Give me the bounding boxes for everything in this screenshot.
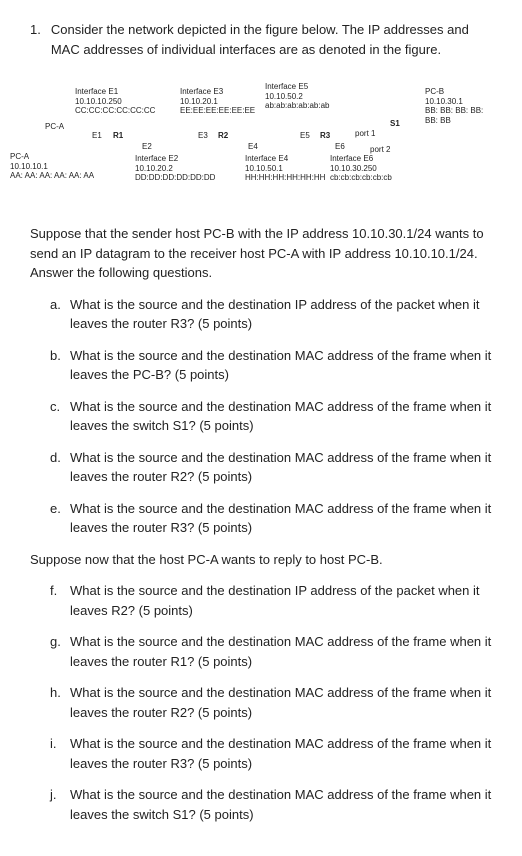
- if-e1-ip: 10.10.10.250: [75, 97, 155, 107]
- pca-left-block: PC-A 10.10.10.1 AA: AA: AA: AA: AA: AA: [10, 152, 94, 181]
- if-e5-mac: ab:ab:ab:ab:ab:ab: [265, 101, 330, 111]
- e5-label: E5: [300, 131, 310, 141]
- letter-b: b.: [50, 346, 70, 385]
- pca-ip: 10.10.10.1: [10, 162, 94, 172]
- port1-label: port 1: [355, 129, 375, 139]
- if-e3-mac: EE:EE:EE:EE:EE:EE: [180, 106, 255, 116]
- letter-a: a.: [50, 295, 70, 334]
- if-e1-title: Interface E1: [75, 87, 155, 97]
- text-d: What is the source and the destination M…: [70, 448, 492, 487]
- question-g: g.What is the source and the destination…: [50, 632, 492, 671]
- interface-e1-block: Interface E1 10.10.10.250 CC:CC:CC:CC:CC…: [75, 87, 155, 116]
- if-e2-ip: 10.10.20.2: [135, 164, 215, 174]
- text-g: What is the source and the destination M…: [70, 632, 492, 671]
- question-i: i.What is the source and the destination…: [50, 734, 492, 773]
- e2-label: E2: [142, 142, 152, 152]
- letter-d: d.: [50, 448, 70, 487]
- question-h: h.What is the source and the destination…: [50, 683, 492, 722]
- pcb-mac: BB: BB: BB: BB: BB: BB: [425, 106, 492, 125]
- letter-i: i.: [50, 734, 70, 773]
- if-e3-ip: 10.10.20.1: [180, 97, 255, 107]
- r1-label: R1: [113, 131, 123, 141]
- question-text: Consider the network depicted in the fig…: [51, 20, 492, 59]
- s1-label: S1: [390, 119, 400, 129]
- interface-e4-block: Interface E4 10.10.50.1 HH:HH:HH:HH:HH:H…: [245, 154, 325, 183]
- e3-label: E3: [198, 131, 208, 141]
- scenario2-text: Suppose now that the host PC-A wants to …: [30, 550, 492, 570]
- letter-j: j.: [50, 785, 70, 824]
- if-e4-mac: HH:HH:HH:HH:HH:HH: [245, 173, 325, 183]
- text-b: What is the source and the destination M…: [70, 346, 492, 385]
- text-i: What is the source and the destination M…: [70, 734, 492, 773]
- question-header: 1. Consider the network depicted in the …: [30, 20, 492, 59]
- text-e: What is the source and the destination M…: [70, 499, 492, 538]
- pca-name: PC-A: [10, 152, 94, 162]
- e4-label: E4: [248, 142, 258, 152]
- e6-label: E6: [335, 142, 345, 152]
- if-e6-mac: cb:cb:cb:cb:cb:cb: [330, 173, 392, 183]
- question-d: d.What is the source and the destination…: [50, 448, 492, 487]
- if-e4-title: Interface E4: [245, 154, 325, 164]
- text-h: What is the source and the destination M…: [70, 683, 492, 722]
- if-e3-title: Interface E3: [180, 87, 255, 97]
- if-e6-title: Interface E6: [330, 154, 392, 164]
- text-a: What is the source and the destination I…: [70, 295, 492, 334]
- question-a: a.What is the source and the destination…: [50, 295, 492, 334]
- questions-group-1: a.What is the source and the destination…: [50, 295, 492, 538]
- interface-e5-block: Interface E5 10.10.50.2 ab:ab:ab:ab:ab:a…: [265, 82, 330, 111]
- if-e6-ip: 10.10.30.250: [330, 164, 392, 174]
- if-e5-ip: 10.10.50.2: [265, 92, 330, 102]
- question-c: c.What is the source and the destination…: [50, 397, 492, 436]
- if-e1-mac: CC:CC:CC:CC:CC:CC: [75, 106, 155, 116]
- questions-group-2: f.What is the source and the destination…: [50, 581, 492, 824]
- pcb-ip: 10.10.30.1: [425, 97, 492, 107]
- r2-label: R2: [218, 131, 228, 141]
- question-j: j.What is the source and the destination…: [50, 785, 492, 824]
- pca-mac: AA: AA: AA: AA: AA: AA: [10, 171, 94, 181]
- if-e5-title: Interface E5: [265, 82, 330, 92]
- letter-c: c.: [50, 397, 70, 436]
- question-b: b.What is the source and the destination…: [50, 346, 492, 385]
- pca-top-label: PC-A: [45, 122, 64, 132]
- if-e2-mac: DD:DD:DD:DD:DD:DD: [135, 173, 215, 183]
- if-e4-ip: 10.10.50.1: [245, 164, 325, 174]
- scenario1-text: Suppose that the sender host PC-B with t…: [30, 224, 492, 283]
- interface-e6-block: Interface E6 10.10.30.250 cb:cb:cb:cb:cb…: [330, 154, 392, 183]
- question-number: 1.: [30, 20, 41, 59]
- letter-h: h.: [50, 683, 70, 722]
- network-diagram: Interface E1 10.10.10.250 CC:CC:CC:CC:CC…: [30, 74, 492, 204]
- text-j: What is the source and the destination M…: [70, 785, 492, 824]
- text-c: What is the source and the destination M…: [70, 397, 492, 436]
- pcb-block: PC-B 10.10.30.1 BB: BB: BB: BB: BB: BB: [425, 87, 492, 125]
- e1-label: E1: [92, 131, 102, 141]
- pcb-name: PC-B: [425, 87, 492, 97]
- letter-g: g.: [50, 632, 70, 671]
- r3-label: R3: [320, 131, 330, 141]
- interface-e2-block: Interface E2 10.10.20.2 DD:DD:DD:DD:DD:D…: [135, 154, 215, 183]
- interface-e3-block: Interface E3 10.10.20.1 EE:EE:EE:EE:EE:E…: [180, 87, 255, 116]
- if-e2-title: Interface E2: [135, 154, 215, 164]
- letter-e: e.: [50, 499, 70, 538]
- question-e: e.What is the source and the destination…: [50, 499, 492, 538]
